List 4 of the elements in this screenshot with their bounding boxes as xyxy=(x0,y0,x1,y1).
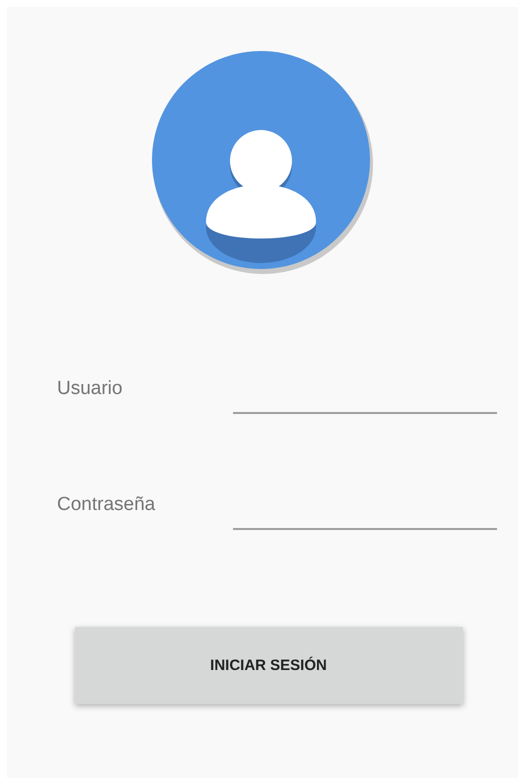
field-label: Contraseña xyxy=(57,493,156,516)
avatar-icon xyxy=(150,50,374,276)
field-label: Usuario xyxy=(57,377,124,400)
login-button[interactable]: INICIAR SESIÓN xyxy=(74,627,462,704)
